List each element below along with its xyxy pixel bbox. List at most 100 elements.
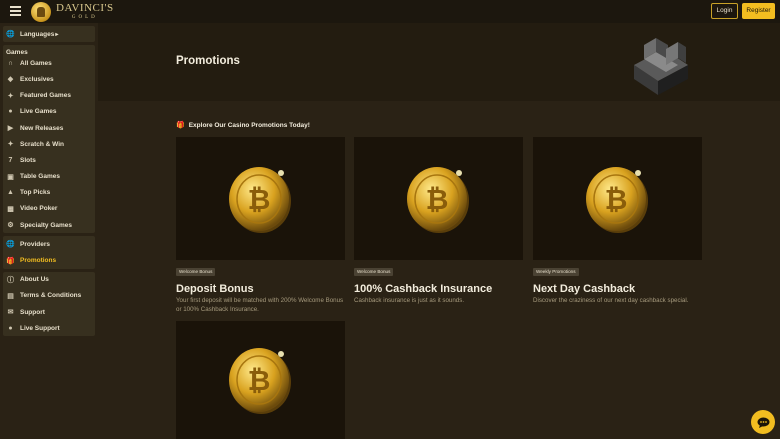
- mail-icon: ✉: [7, 309, 14, 317]
- sidebar-item-label: Specialty Games: [20, 221, 73, 229]
- gift-icon: 🎁: [176, 122, 185, 129]
- sidebar-item-label: All Games: [20, 59, 52, 67]
- sidebar-item-label: Support: [20, 308, 45, 316]
- dealer-icon: ●: [8, 108, 13, 116]
- diamond-icon: ◆: [7, 76, 14, 84]
- sidebar-item-providers[interactable]: 🌐 Providers: [3, 236, 95, 252]
- promo-title[interactable]: Next Day Cashback: [533, 283, 702, 295]
- sidebar-item-label: Video Poker: [20, 205, 58, 213]
- sidebar-item-label: Top Picks: [20, 189, 51, 197]
- globe-icon: 🌐: [6, 241, 15, 249]
- promo-card-image[interactable]: ₿: [533, 137, 702, 260]
- sidebar-item-slots[interactable]: 7 Slots: [3, 152, 95, 168]
- logo-sub-text: GOLD: [71, 15, 98, 20]
- promo-title[interactable]: Deposit Bonus: [176, 283, 345, 295]
- promo-card-next-day-cashback[interactable]: ₿ Weekly Promotions Next Day Cashback Di…: [533, 137, 702, 306]
- sidebar-item-label: Promotions: [20, 257, 57, 265]
- sidebar-item-label: Table Games: [20, 173, 60, 181]
- logo-medal-icon[interactable]: [31, 2, 51, 22]
- sidebar-item-scratch-win[interactable]: ✦ Scratch & Win: [3, 136, 95, 152]
- globe-icon: 🌐: [6, 31, 15, 39]
- sidebar-item-label: Exclusives: [20, 75, 54, 83]
- sidebar-item-label: New Releases: [20, 124, 64, 132]
- sidebar-item-support[interactable]: ✉ Support: [3, 304, 95, 320]
- section-title-text: Explore Our Casino Promotions Today!: [188, 121, 310, 129]
- promo-badge: Welcome Bonus: [354, 267, 394, 276]
- svg-text:₿: ₿: [425, 184, 448, 215]
- sidebar-item-languages[interactable]: 🌐 Languages ▸: [3, 26, 95, 42]
- thumbs-up-icon: ▲: [7, 189, 14, 197]
- sidebar-item-label: About Us: [20, 276, 49, 284]
- video-poker-icon: ▩: [7, 205, 14, 213]
- svg-text:₿: ₿: [604, 184, 627, 215]
- promotions-hero: Promotions: [98, 23, 780, 101]
- sidebar-item-label: Featured Games: [20, 92, 71, 100]
- promotions-section: 🎁 Explore Our Casino Promotions Today! ₿…: [98, 101, 780, 439]
- document-icon: ▤: [7, 292, 14, 300]
- promo-badge: Weekly Promotions: [533, 267, 579, 276]
- star-icon: ✦: [7, 92, 14, 100]
- sidebar-item-label: Live Support: [20, 324, 60, 332]
- gear-icon: ⚙: [7, 222, 14, 230]
- svg-text:₿: ₿: [247, 365, 270, 396]
- promo-card-image[interactable]: ₿: [354, 137, 523, 260]
- sidebar-item-label: Languages: [20, 30, 55, 38]
- sidebar-item-video-poker[interactable]: ▩ Video Poker: [3, 201, 95, 217]
- sidebar-item-label: Scratch & Win: [20, 140, 65, 148]
- table-icon: ▣: [7, 173, 14, 181]
- sidebar-item-live-support[interactable]: ● Live Support: [3, 320, 95, 336]
- promo-card-cashback-insurance[interactable]: ₿ Welcome Bonus 100% Cashback Insurance …: [354, 137, 523, 306]
- promo-card-image[interactable]: ₿: [176, 137, 345, 260]
- gift-box-illustration-icon: [634, 38, 688, 95]
- svg-text:₿: ₿: [247, 184, 270, 215]
- register-button[interactable]: Register: [742, 3, 775, 19]
- languages-panel: 🌐 Languages ▸: [3, 26, 95, 43]
- megaphone-icon: ▶: [7, 125, 14, 133]
- sidebar-item-all-games[interactable]: ∩ All Games: [3, 55, 95, 71]
- chat-icon: ●: [8, 324, 13, 332]
- chat-bubble-icon: [757, 417, 769, 428]
- sidebar-item-label: Providers: [20, 240, 50, 248]
- sidebar-item-featured-games[interactable]: ✦ Featured Games: [3, 88, 95, 104]
- logo-main-text: DAVINCI'S: [56, 2, 114, 14]
- sidebar-item-label: Live Games: [20, 108, 57, 116]
- logo[interactable]: DAVINCI'S GOLD: [56, 2, 114, 21]
- gift-icon: 🎁: [6, 257, 15, 265]
- top-bar: DAVINCI'S GOLD Login Register: [0, 0, 780, 23]
- promo-card-deposit-bonus[interactable]: ₿ Welcome Bonus Deposit Bonus Your first…: [176, 137, 345, 315]
- bitcoin-coin-icon: ₿: [228, 348, 291, 414]
- sidebar-item-label: Slots: [20, 156, 36, 164]
- promo-badge: Welcome Bonus: [176, 267, 216, 276]
- games-heading: Games: [6, 49, 28, 57]
- sidebar-item-top-picks[interactable]: ▲ Top Picks: [3, 185, 95, 201]
- promo-description: Discover the craziness of our next day c…: [533, 297, 689, 304]
- info-icon: ⓘ: [7, 276, 14, 284]
- sidebar-item-table-games[interactable]: ▣ Table Games: [3, 169, 95, 185]
- sidebar-item-label: Terms & Conditions: [20, 292, 82, 300]
- bitcoin-coin-icon: ₿: [228, 166, 291, 233]
- info-panel: ⓘ About Us ▤ Terms & Conditions ✉ Suppor…: [3, 271, 95, 337]
- sidebar-item-live-games[interactable]: ● Live Games: [3, 104, 95, 120]
- sidebar-item-exclusives[interactable]: ◆ Exclusives: [3, 71, 95, 87]
- menu-icon[interactable]: [10, 6, 21, 16]
- sidebar-item-new-releases[interactable]: ▶ New Releases: [3, 120, 95, 136]
- login-button[interactable]: Login: [711, 3, 738, 19]
- sidebar-item-about-us[interactable]: ⓘ About Us: [3, 272, 95, 288]
- promo-card-fourth[interactable]: ₿: [176, 321, 345, 439]
- promo-card-image[interactable]: ₿: [176, 321, 345, 439]
- chat-button[interactable]: [751, 410, 775, 434]
- bitcoin-coin-icon: ₿: [585, 166, 648, 233]
- promo-title[interactable]: 100% Cashback Insurance: [354, 283, 523, 295]
- chevron-right-icon: ▸: [55, 31, 59, 38]
- sidebar-item-specialty-games[interactable]: ⚙ Specialty Games: [3, 217, 95, 233]
- scratch-icon: ✦: [7, 141, 14, 149]
- page-title: Promotions: [176, 55, 240, 67]
- sidebar-item-terms[interactable]: ▤ Terms & Conditions: [3, 288, 95, 304]
- section-title: 🎁 Explore Our Casino Promotions Today!: [176, 121, 310, 130]
- sidebar: 🌐 Languages ▸ Games ∩ All Games ◆ Exclus…: [3, 26, 95, 339]
- providers-promotions-panel: 🌐 Providers 🎁 Promotions: [3, 236, 95, 269]
- sidebar-item-promotions[interactable]: 🎁 Promotions: [3, 252, 95, 268]
- horseshoe-icon: ∩: [7, 59, 14, 67]
- promo-description: Your first deposit will be matched with …: [176, 297, 344, 313]
- games-panel: Games ∩ All Games ◆ Exclusives ✦ Feature…: [3, 45, 95, 234]
